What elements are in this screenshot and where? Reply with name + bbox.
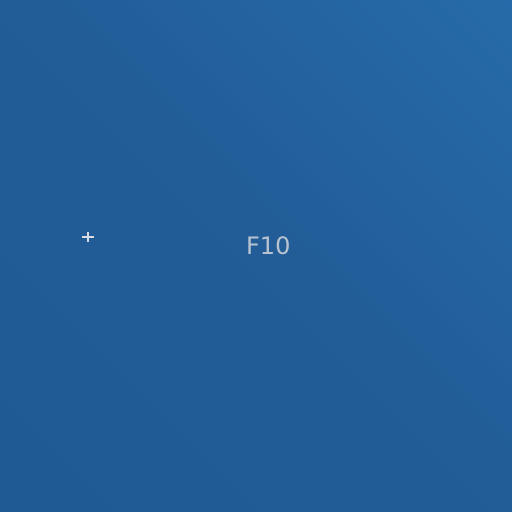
- desktop-screen: F10: [0, 0, 512, 512]
- crosshair-cursor-icon: [82, 231, 94, 243]
- key-label: F10: [246, 232, 291, 260]
